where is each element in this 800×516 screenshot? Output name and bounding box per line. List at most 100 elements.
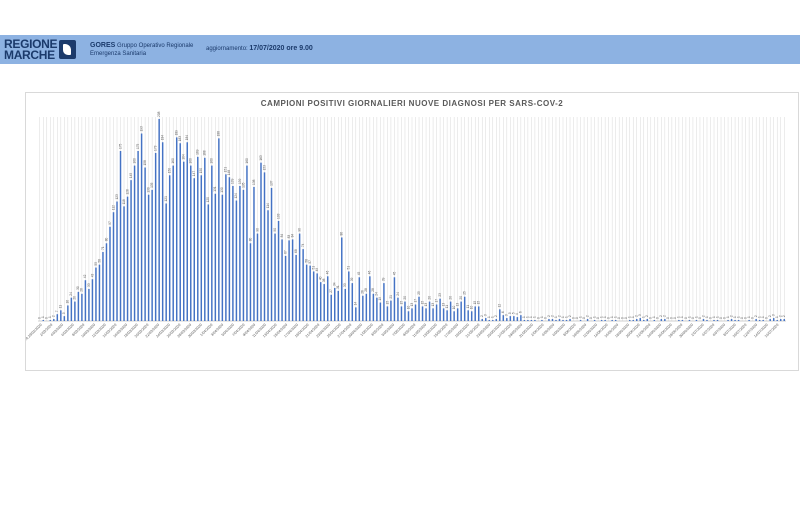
header-bar: REGIONE MARCHE GORES Gruppo Operativo Re… [0,35,800,64]
bar [400,306,403,321]
data-label: 43 [90,273,94,277]
bar [200,175,203,321]
data-label: 45 [392,272,396,276]
bar [182,161,185,321]
data-label: 17 [413,299,417,303]
data-label: 68 [294,249,298,253]
bar [126,196,129,321]
bar [748,320,750,321]
bar [562,320,564,321]
data-label: 103 [276,213,280,219]
bar [579,320,582,321]
bar [323,284,325,321]
data-label: 49 [315,268,319,272]
bar [172,165,174,321]
bar [305,264,308,321]
data-label: 39 [382,277,386,281]
bar [523,320,526,321]
data-label: 158 [143,160,147,166]
data-label: 11 [445,305,449,309]
bar [312,271,315,321]
bar [56,314,59,321]
bar [727,320,729,321]
bar [407,311,410,321]
data-label: 169 [196,149,200,155]
data-label: 90 [255,228,259,232]
logo-text-line2: MARCHE [4,48,55,62]
bar [365,293,368,321]
update-info: aggiornamento: 17/07/2020 ore 9.00 [206,45,313,52]
bar [470,311,473,321]
data-label: 168 [203,150,207,156]
bar [439,298,441,321]
bar [611,320,613,321]
bar [534,320,536,321]
bar [565,320,568,321]
bar [681,320,684,321]
bar [776,320,778,321]
bar [467,310,469,321]
bar [112,212,115,321]
bar [330,294,332,321]
bar [390,300,392,321]
bar [492,320,494,321]
data-label: 46 [368,271,372,275]
bar [225,174,227,321]
data-label: 7 [55,310,59,312]
data-label: 15 [399,301,403,305]
bar [193,178,196,321]
data-label: 184 [161,135,165,141]
bar [477,306,480,321]
data-label: 28 [364,288,368,292]
bar-chart: 0101271151624203028423343555871809711212… [26,111,786,351]
data-label: 173 [153,145,157,151]
data-label: 45 [357,272,361,276]
data-label: 118 [122,199,126,204]
bar [175,137,178,321]
bar [168,175,171,321]
data-label: 23 [438,293,442,297]
data-label: 90 [297,228,301,232]
bar [204,157,206,321]
bar [734,320,736,321]
data-label: 164 [182,154,186,160]
data-label: 135 [150,182,154,188]
bar [218,138,220,321]
data-label: 124 [234,193,238,199]
bar [267,210,269,321]
bar [77,291,80,321]
data-label: 131 [213,186,217,192]
data-label: 160 [132,158,136,164]
bar [81,293,83,321]
bar [105,243,108,321]
data-label: 183 [178,136,182,142]
bar [499,309,501,321]
bar [235,200,238,321]
bar [154,152,157,321]
regione-marche-logo: REGIONE MARCHE [4,38,76,61]
data-label: 67 [283,250,287,254]
bar [147,194,150,321]
data-label: 184 [185,135,189,141]
bar [506,318,508,321]
data-label: 20 [403,296,407,300]
data-label: 58 [97,259,101,263]
bar [783,319,785,321]
data-label: 163 [259,155,263,161]
bar [643,320,645,321]
data-label: 20 [448,296,452,300]
bar [713,320,715,321]
bar [42,320,45,321]
data-label: 14 [354,302,358,306]
data-label: 51 [347,266,351,270]
bar [74,301,76,321]
regione-marche-emblem-icon [59,40,76,59]
bar [158,118,160,321]
data-label: 193 [139,126,143,132]
bar [63,316,66,321]
data-label: 21 [389,295,393,299]
bar [284,255,287,321]
bar [600,320,603,321]
data-label: 27 [329,289,333,293]
bar [137,151,139,321]
